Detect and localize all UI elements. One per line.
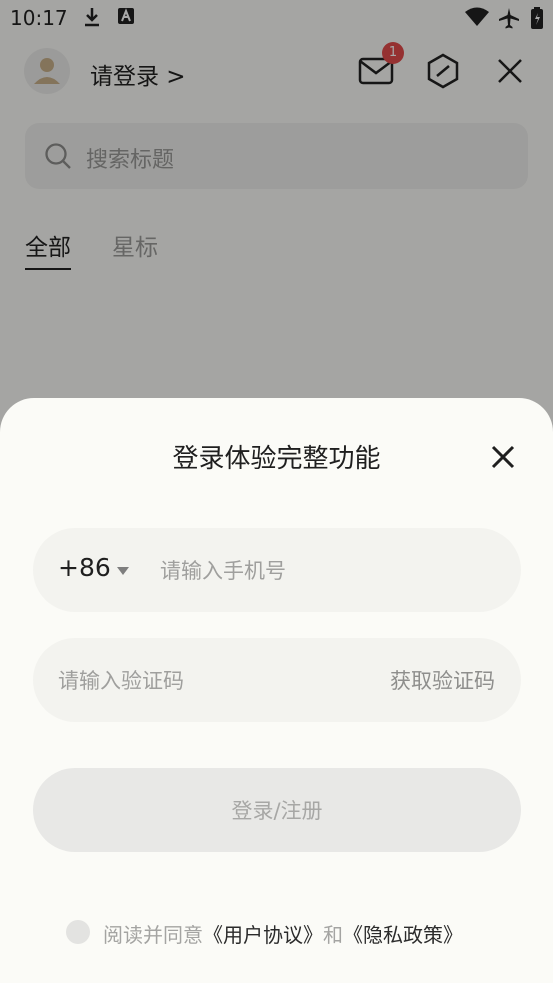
user-agreement-link[interactable]: 《用户协议》 — [203, 923, 323, 947]
phone-field[interactable]: +86 请输入手机号 — [33, 528, 521, 612]
country-code[interactable]: +86 — [58, 553, 111, 582]
close-sheet-icon[interactable] — [488, 442, 518, 472]
code-placeholder: 请输入验证码 — [58, 669, 184, 693]
agreement-and: 和 — [323, 923, 343, 947]
agreement-checkbox[interactable] — [66, 920, 90, 944]
sheet-title: 登录体验完整功能 — [172, 444, 381, 474]
chevron-down-icon[interactable] — [117, 567, 129, 575]
get-code-button[interactable]: 获取验证码 — [390, 665, 495, 695]
agreement-prefix: 阅读并同意 — [103, 923, 203, 947]
privacy-policy-link[interactable]: 《隐私政策》 — [343, 923, 463, 947]
agreement-text: 阅读并同意《用户协议》和《隐私政策》 — [103, 919, 463, 948]
login-register-label: 登录/注册 — [231, 799, 323, 823]
agreement-row: 阅读并同意《用户协议》和《隐私政策》 — [66, 918, 486, 948]
login-sheet: 登录体验完整功能 +86 请输入手机号 请输入验证码 获取验证码 登录/注册 阅… — [0, 398, 553, 983]
phone-placeholder: 请输入手机号 — [160, 559, 286, 583]
verification-code-field[interactable]: 请输入验证码 获取验证码 — [33, 638, 521, 722]
login-register-button[interactable]: 登录/注册 — [33, 768, 521, 852]
